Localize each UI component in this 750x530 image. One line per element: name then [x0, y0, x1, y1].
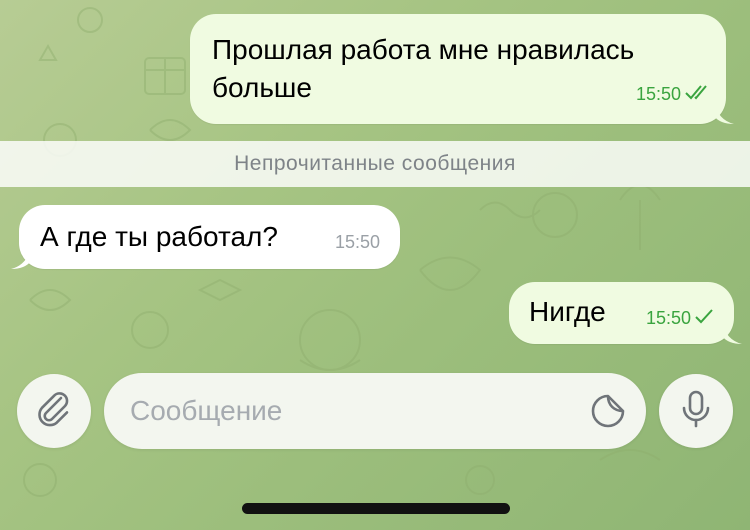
double-check-icon	[684, 76, 712, 112]
message-time: 15:50	[334, 232, 380, 252]
voice-message-button[interactable]	[659, 374, 733, 448]
sticker-icon[interactable]	[590, 393, 626, 434]
message-meta: 15:50	[646, 300, 714, 336]
incoming-message-bubble[interactable]: А где ты работал? 15:50	[11, 205, 400, 269]
message-meta: 15:50	[335, 224, 380, 260]
home-indicator	[242, 503, 510, 514]
message-input-placeholder: Сообщение	[130, 395, 283, 426]
message-time: 15:50	[635, 84, 681, 104]
attach-button[interactable]	[17, 374, 91, 448]
message-time: 15:50	[645, 308, 691, 328]
bubble-tail	[722, 322, 742, 344]
outgoing-message-bubble[interactable]: Прошлая работа мне нравилась больше 15:5…	[190, 14, 734, 124]
unread-messages-divider: Непрочитанные сообщения	[0, 141, 750, 187]
message-meta: 15:50	[636, 76, 712, 112]
bubble-tail	[11, 247, 31, 269]
outgoing-message-bubble[interactable]: Нигде 15:50	[509, 282, 742, 344]
microphone-icon	[678, 389, 714, 434]
message-text: Нигде	[529, 296, 606, 327]
paperclip-icon	[34, 389, 74, 434]
unread-divider-label: Непрочитанные сообщения	[234, 152, 516, 175]
message-text-line-1: Прошлая работа мне нравилась	[212, 34, 635, 65]
message-text: А где ты работал?	[40, 221, 278, 252]
single-check-icon	[694, 300, 714, 336]
message-input[interactable]: Сообщение	[104, 373, 646, 449]
bubble-tail	[714, 102, 734, 124]
message-text-line-2: больше	[212, 72, 312, 103]
